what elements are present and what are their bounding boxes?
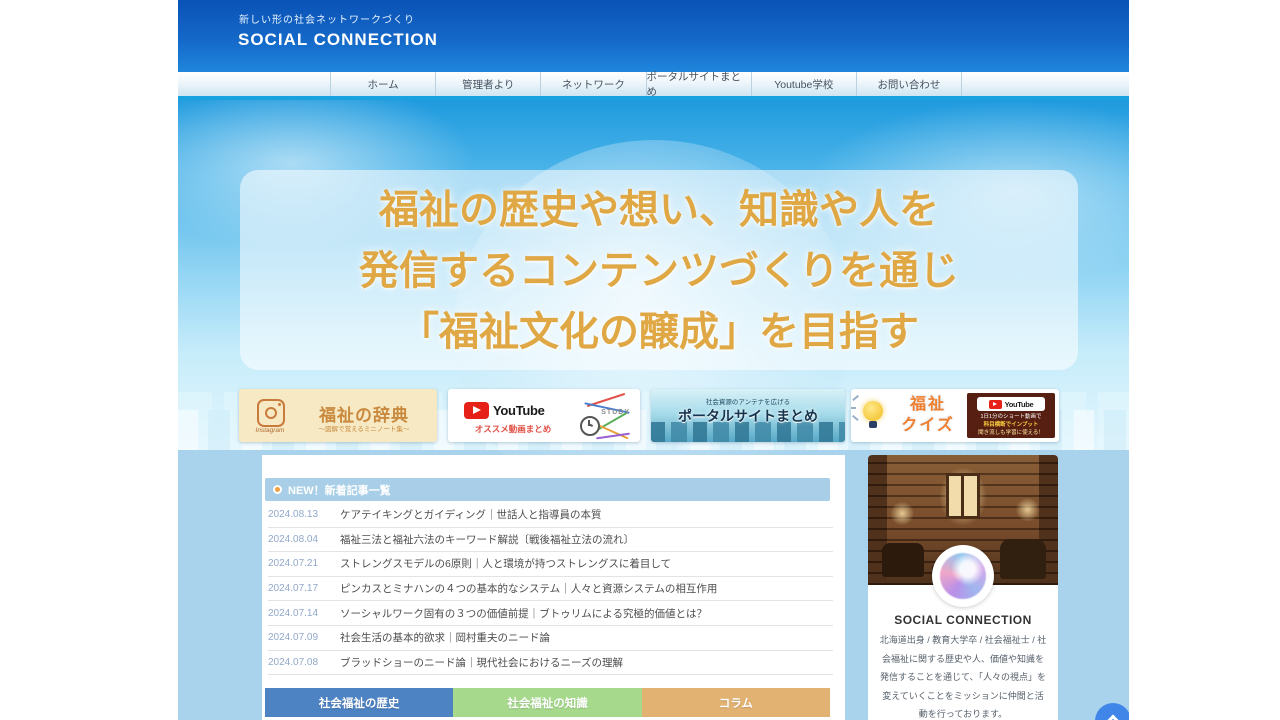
news-row[interactable]: 2024.08.13 ケアテイキングとガイディング｜世話人と指導員の本質: [268, 503, 833, 528]
lightbulb-icon: [863, 401, 883, 421]
category-button-2[interactable]: コラム: [642, 688, 830, 717]
youtube-wordmark: YouTube: [493, 403, 545, 418]
category-button-0[interactable]: 社会福祉の歴史: [265, 688, 453, 717]
youtube-logo-small: YouTube: [977, 397, 1045, 411]
site-header: 新しい形の社会ネットワークづくり SOCIAL CONNECTION: [178, 0, 1129, 72]
news-panel: NEW！新着記事一覧 2024.08.13 ケアテイキングとガイディング｜世話人…: [262, 455, 845, 720]
quiz-title-line2: クイズ: [901, 417, 955, 434]
news-date: 2024.08.13: [268, 509, 340, 520]
profile-card: SOCIAL CONNECTION 北海道出身 / 教育大学卒 / 社会福祉士 …: [868, 455, 1058, 720]
site-title: SOCIAL CONNECTION: [238, 30, 438, 50]
study-label: STUDY: [601, 409, 630, 416]
instagram-icon: [257, 399, 285, 427]
hero-heading: 福祉の歴史や想い、知識や人を 発信するコンテンツづくりを通じ 「福祉文化の醸成」…: [240, 179, 1078, 362]
news-list: 2024.08.13 ケアテイキングとガイディング｜世話人と指導員の本質 202…: [268, 503, 833, 675]
banner-welfare-dictionary[interactable]: Instagram 福祉の辞典 ～図解で覚えるミニノート集～: [239, 389, 437, 442]
news-row[interactable]: 2024.08.04 福祉三法と福祉六法のキーワード解説〔戦後福祉立法の流れ〕: [268, 528, 833, 553]
quiz-note-1: 1日1分のショート動画で: [967, 413, 1055, 421]
nav-item-contact[interactable]: お問い合わせ: [856, 72, 962, 96]
hero-line-3: 「福祉文化の醸成」を目指す: [240, 301, 1078, 362]
category-button-1[interactable]: 社会福祉の知識: [453, 688, 641, 717]
news-date: 2024.07.17: [268, 583, 340, 594]
news-title: 社会生活の基本的欲求｜岡村重夫のニード論: [340, 630, 550, 645]
banner-youtube-videos[interactable]: YouTube オススメ動画まとめ STUDY: [448, 389, 640, 442]
news-row[interactable]: 2024.07.17 ピンカスとミナハンの４つの基本的なシステム｜人々と資源シス…: [268, 577, 833, 602]
hero-overlay: 福祉の歴史や想い、知識や人を 発信するコンテンツづくりを通じ 「福祉文化の醸成」…: [240, 170, 1078, 370]
library-chair-right: [1000, 539, 1046, 579]
news-header-bar: NEW！新着記事一覧: [265, 478, 830, 501]
videos-caption: オススメ動画まとめ: [458, 423, 568, 435]
nav-item-admin[interactable]: 管理者より: [435, 72, 540, 96]
news-date: 2024.07.21: [268, 558, 340, 569]
avatar: [932, 545, 994, 607]
quiz-youtube-panel: YouTube 1日1分のショート動画で 科目横断でインプット 聞き流しも学習に…: [967, 393, 1055, 438]
quiz-title: 福祉 クイズ: [895, 394, 961, 436]
news-title: ピンカスとミナハンの４つの基本的なシステム｜人々と資源システムの相互作用: [340, 581, 717, 596]
profile-name: SOCIAL CONNECTION: [868, 613, 1058, 627]
profile-bio: 北海道出身 / 教育大学卒 / 社会福祉士 / 社会福祉に関する歴史や人、価値や…: [879, 631, 1047, 720]
news-date: 2024.08.04: [268, 534, 340, 545]
youtube-play-icon-small: [989, 400, 1002, 409]
quiz-title-line1: 福祉: [910, 396, 946, 413]
news-row[interactable]: 2024.07.14 ソーシャルワーク固有の３つの価値前提｜ブトゥリムによる究極…: [268, 601, 833, 626]
quiz-note-2: 科目横断でインプット: [967, 421, 1055, 429]
news-title: 福祉三法と福祉六法のキーワード解説〔戦後福祉立法の流れ〕: [340, 532, 634, 547]
page: 新しい形の社会ネットワークづくり SOCIAL CONNECTION ホーム 管…: [178, 0, 1129, 720]
news-title: ソーシャルワーク固有の３つの価値前提｜ブトゥリムによる究極的価値とは？: [340, 606, 707, 621]
quiz-note-3: 聞き流しも学習に使える！: [967, 429, 1055, 437]
dictionary-subtitle: ～図解で覚えるミニノート集～: [297, 423, 431, 433]
hero-line-1: 福祉の歴史や想い、知識や人を: [240, 179, 1078, 240]
nav-item-portal[interactable]: ポータルサイトまとめ: [646, 72, 751, 96]
news-title: ブラッドショーのニード論｜現代社会におけるニーズの理解: [340, 655, 623, 670]
news-row[interactable]: 2024.07.08 ブラッドショーのニード論｜現代社会におけるニーズの理解: [268, 651, 833, 676]
news-date: 2024.07.14: [268, 608, 340, 619]
news-date: 2024.07.08: [268, 657, 340, 668]
scroll-to-top-button[interactable]: [1095, 703, 1129, 720]
avatar-logo: [940, 553, 986, 599]
library-chair-left: [882, 543, 924, 577]
instagram-label: Instagram: [245, 427, 295, 434]
site-tagline: 新しい形の社会ネットワークづくり: [239, 11, 415, 26]
news-date: 2024.07.09: [268, 632, 340, 643]
news-row[interactable]: 2024.07.09 社会生活の基本的欲求｜岡村重夫のニード論: [268, 626, 833, 651]
hero-line-2: 発信するコンテンツづくりを通じ: [240, 240, 1078, 301]
portal-tagline: 社会資源のアンテナを広げる: [651, 396, 845, 406]
library-window: [946, 473, 980, 519]
youtube-wordmark-small: YouTube: [1005, 400, 1034, 409]
news-header-label: NEW！新着記事一覧: [288, 482, 391, 498]
youtube-logo: YouTube: [464, 402, 545, 419]
category-buttons: 社会福祉の歴史 社会福祉の知識 コラム: [265, 688, 830, 717]
banner-portal-sites[interactable]: 社会資源のアンテナを広げる ポータルサイトまとめ: [651, 389, 845, 442]
nav-item-network[interactable]: ネットワーク: [540, 72, 645, 96]
news-title: ケアテイキングとガイディング｜世話人と指導員の本質: [340, 507, 601, 522]
study-doodle: STUDY: [576, 391, 638, 440]
main-nav: ホーム 管理者より ネットワーク ポータルサイトまとめ Youtube学校 お問…: [178, 72, 1129, 100]
nav-items: ホーム 管理者より ネットワーク ポータルサイトまとめ Youtube学校 お問…: [330, 72, 962, 96]
nav-item-home[interactable]: ホーム: [330, 72, 435, 96]
nav-item-youtube-school[interactable]: Youtube学校: [751, 72, 856, 96]
banner-welfare-quiz[interactable]: 福祉 クイズ YouTube 1日1分のショート動画で 科目横断でインプット 聞…: [851, 389, 1059, 442]
clock-icon: [580, 416, 600, 436]
portal-title: ポータルサイトまとめ: [651, 406, 845, 426]
youtube-play-icon: [464, 402, 489, 419]
quiz-notes: 1日1分のショート動画で 科目横断でインプット 聞き流しも学習に使える！: [967, 413, 1055, 437]
news-title: ストレングスモデルの6原則｜人と環境が持つストレングスに着目して: [340, 556, 671, 571]
new-badge-icon: [273, 485, 282, 494]
news-row[interactable]: 2024.07.21 ストレングスモデルの6原則｜人と環境が持つストレングスに着…: [268, 552, 833, 577]
